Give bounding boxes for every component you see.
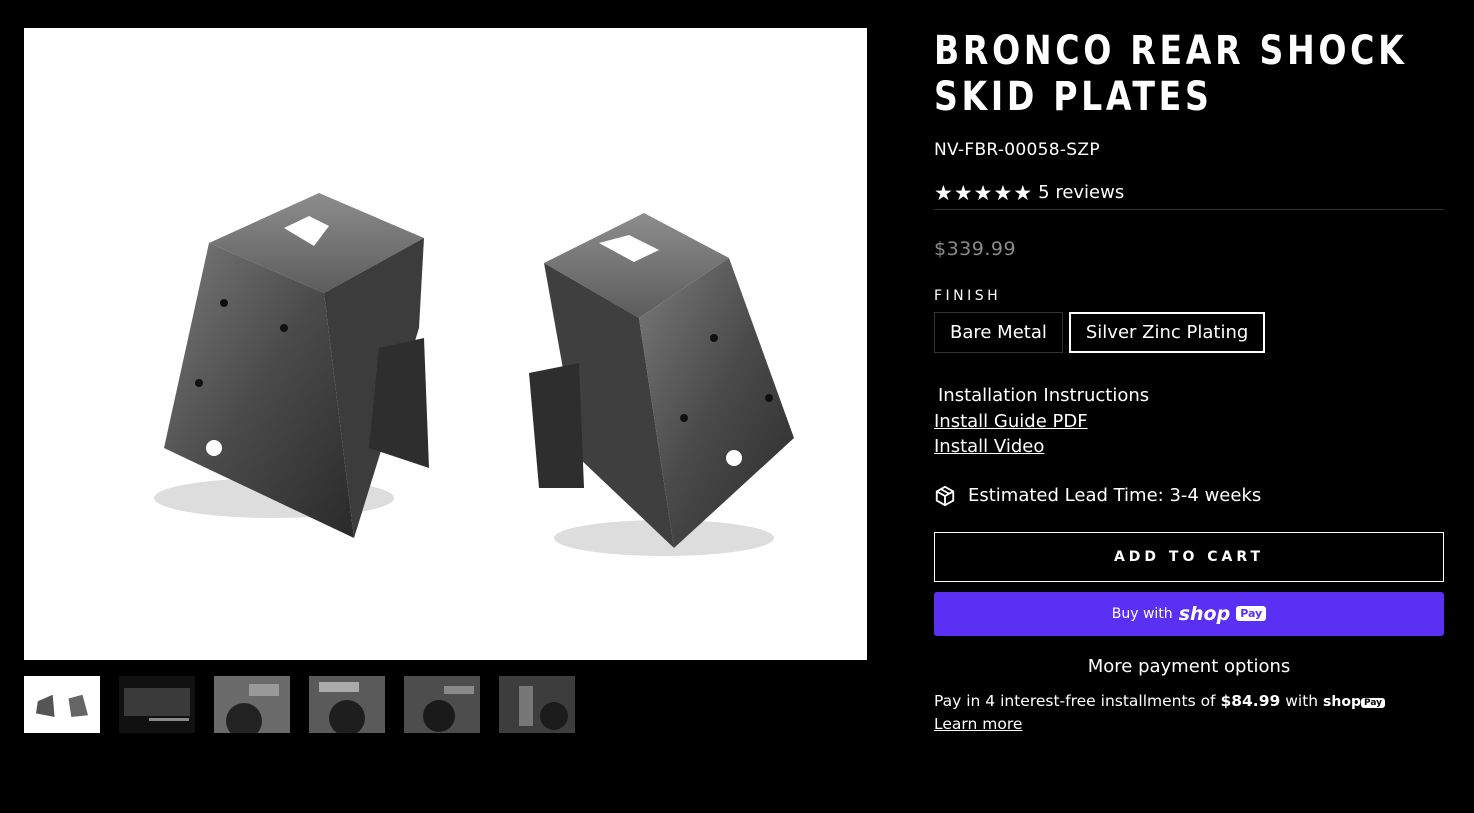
star-icon: ★ — [973, 180, 993, 205]
thumbnail-2[interactable] — [119, 676, 195, 733]
installments-info: Pay in 4 interest-free installments of $… — [934, 691, 1444, 735]
thumbnail-3[interactable] — [214, 676, 290, 733]
thumbnail-4[interactable] — [309, 676, 385, 733]
installment-amount: $84.99 — [1220, 691, 1281, 710]
buy-with-label: Buy with — [1111, 605, 1173, 622]
product-main-image[interactable] — [24, 28, 867, 660]
finish-options: Bare Metal Silver Zinc Plating — [934, 312, 1444, 353]
installation-section: Installation Instructions Install Guide … — [934, 383, 1444, 460]
thumbnail-6[interactable] — [499, 676, 575, 733]
installments-suffix: with — [1285, 691, 1319, 710]
variant-silver-zinc-plating[interactable]: Silver Zinc Plating — [1068, 312, 1266, 353]
reviews-count[interactable]: 5 reviews — [1038, 182, 1124, 203]
buy-with-shop-pay-button[interactable]: Buy with shop Pay — [934, 591, 1444, 636]
pay-badge-small: Pay — [1361, 697, 1386, 708]
thumbnail-strip — [24, 676, 575, 733]
star-icon: ★ — [993, 180, 1013, 205]
variant-bare-metal[interactable]: Bare Metal — [934, 312, 1063, 353]
star-icon: ★ — [1013, 180, 1033, 205]
thumbnail-1[interactable] — [24, 676, 100, 733]
star-icon: ★ — [934, 180, 953, 205]
installments-prefix: Pay in 4 interest-free installments of — [934, 691, 1216, 710]
pay-badge: Pay — [1236, 606, 1267, 621]
skid-plates-illustration — [154, 193, 794, 556]
product-title: BRONCO REAR SHOCK SKID PLATES — [934, 28, 1408, 120]
installation-heading: Installation Instructions — [938, 385, 1150, 406]
lead-time-text: Estimated Lead Time: 3-4 weeks — [968, 485, 1262, 506]
add-to-cart-button[interactable]: ADD TO CART — [934, 531, 1444, 582]
shop-logo: shop — [1178, 602, 1231, 625]
product-price: $339.99 — [934, 238, 1017, 260]
package-icon — [935, 485, 955, 506]
lead-time: Estimated Lead Time: 3-4 weeks — [934, 485, 1444, 507]
thumbnail-5[interactable] — [404, 676, 480, 733]
finish-label: FINISH — [934, 288, 1002, 304]
star-rating: ★ ★ ★ ★ ★ — [934, 180, 1033, 205]
shop-logo-small: shop — [1323, 693, 1361, 710]
install-video-link[interactable]: Install Video — [934, 434, 1444, 460]
reviews-summary[interactable]: ★ ★ ★ ★ ★ 5 reviews — [934, 182, 1444, 210]
learn-more-link[interactable]: Learn more — [934, 714, 1444, 735]
product-sku: NV-FBR-00058-SZP — [934, 140, 1100, 160]
star-icon: ★ — [953, 180, 973, 205]
more-payment-options-link[interactable]: More payment options — [934, 656, 1444, 677]
product-info: BRONCO REAR SHOCK SKID PLATES NV-FBR-000… — [934, 28, 1444, 735]
install-guide-link[interactable]: Install Guide PDF — [934, 409, 1444, 435]
